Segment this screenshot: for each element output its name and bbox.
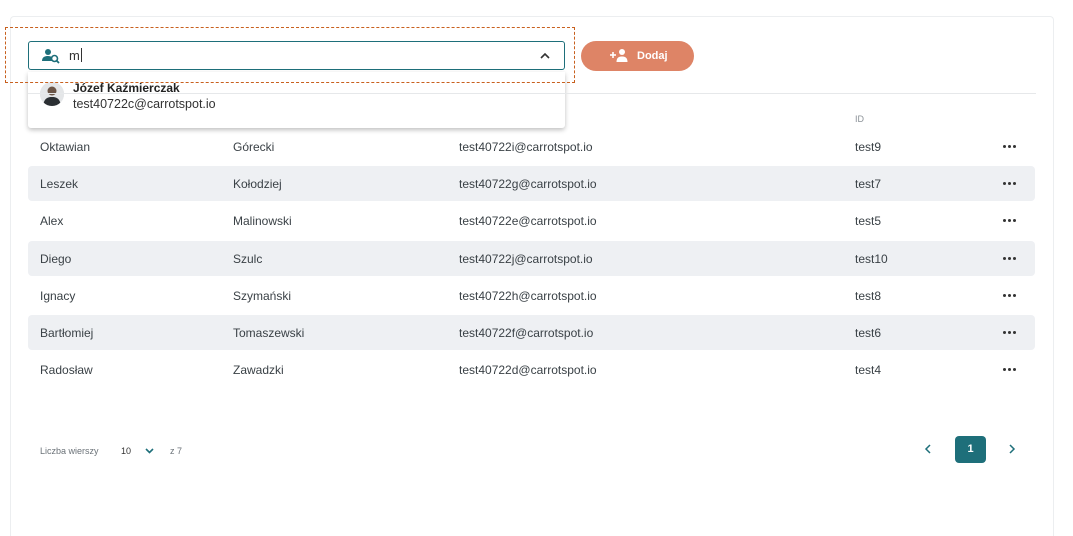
cell-id: test9 xyxy=(855,140,882,154)
more-options-icon[interactable] xyxy=(1003,139,1017,153)
more-options-icon[interactable] xyxy=(1003,213,1017,227)
column-header-id[interactable]: ID xyxy=(855,114,864,124)
cell-email: test40722e@carrotspot.io xyxy=(459,214,597,228)
cell-last-name: Szymański xyxy=(233,289,292,303)
cell-last-name: Szulc xyxy=(233,252,263,266)
table-header-divider xyxy=(28,93,1036,94)
add-user-label: Dodaj xyxy=(637,50,668,62)
cell-email: test40722g@carrotspot.io xyxy=(459,177,597,191)
cell-first-name: Bartłomiej xyxy=(40,326,94,340)
cell-id: test5 xyxy=(855,214,882,228)
search-input-value[interactable]: m xyxy=(69,48,82,63)
table-row[interactable]: Alex Malinowski test40722e@carrotspot.io te… xyxy=(28,203,1035,238)
cell-last-name: Zawadzki xyxy=(233,363,284,377)
chevron-down-icon[interactable] xyxy=(144,446,155,456)
more-options-icon[interactable] xyxy=(1003,325,1017,339)
cell-first-name: Diego xyxy=(40,252,72,266)
cell-id: test6 xyxy=(855,326,882,340)
cell-id: test10 xyxy=(855,252,888,266)
table-row[interactable]: Radosław Zawadzki test40722d@carrotspot.io… xyxy=(28,352,1035,387)
cell-last-name: Górecki xyxy=(233,140,275,154)
cell-last-name: Kołodziej xyxy=(233,177,282,191)
suggestion-item[interactable]: Józef Kaźmierczak test40722c@carrotspot.… xyxy=(28,72,565,128)
table-row[interactable]: Ignacy Szymański test40722h@carrotspot.io t… xyxy=(28,278,1035,313)
suggestion-email: test40722c@carrotspot.io xyxy=(73,97,216,111)
more-options-icon[interactable] xyxy=(1003,362,1017,376)
cell-email: test40722h@carrotspot.io xyxy=(459,289,597,303)
page-button-current[interactable]: 1 xyxy=(955,436,986,463)
more-options-icon[interactable] xyxy=(1003,288,1017,302)
search-suggestions-dropdown: Józef Kaźmierczak test40722c@carrotspot.… xyxy=(28,72,565,128)
cell-last-name: Malinowski xyxy=(233,214,292,228)
add-user-icon xyxy=(610,49,628,62)
cell-first-name: Ignacy xyxy=(40,289,76,303)
cell-email: test40722d@carrotspot.io xyxy=(459,363,597,377)
cell-first-name: Oktawian xyxy=(40,140,91,154)
cell-last-name: Tomaszewski xyxy=(233,326,305,340)
rows-per-page-select[interactable]: 10 xyxy=(121,446,131,456)
cell-first-name: Leszek xyxy=(40,177,79,191)
cell-email: test40722f@carrotspot.io xyxy=(459,326,594,340)
user-search-combobox[interactable]: m xyxy=(28,41,565,70)
cell-id: test4 xyxy=(855,363,882,377)
table-row[interactable]: Bartłomiej Tomaszewski test40722f@carrotsp… xyxy=(28,315,1035,350)
more-options-icon[interactable] xyxy=(1003,176,1017,190)
cell-email: test40722j@carrotspot.io xyxy=(459,252,593,266)
cell-first-name: Alex xyxy=(40,214,64,228)
chevron-up-icon[interactable] xyxy=(538,49,552,63)
chevron-left-icon[interactable] xyxy=(920,441,936,457)
table-row[interactable]: Diego Szulc test40722j@carrotspot.io test10 xyxy=(28,241,1035,276)
rows-per-page-label: Liczba wierszy xyxy=(40,446,99,456)
cell-id: test7 xyxy=(855,177,882,191)
chevron-right-icon[interactable] xyxy=(1004,441,1020,457)
more-options-icon[interactable] xyxy=(1003,251,1017,265)
total-count-label: z 7 xyxy=(170,446,183,456)
cell-id: test8 xyxy=(855,289,882,303)
table-row[interactable]: Leszek Kołodziej test40722g@carrotspot.io t… xyxy=(28,166,1035,201)
avatar xyxy=(40,82,64,106)
cell-email: test40722i@carrotspot.io xyxy=(459,140,593,154)
user-search-icon xyxy=(42,49,60,64)
table-row[interactable]: Oktawian Górecki test40722i@carrotspot.io t… xyxy=(28,129,1035,164)
cell-first-name: Radosław xyxy=(40,363,93,377)
add-user-button[interactable]: Dodaj xyxy=(581,41,694,71)
